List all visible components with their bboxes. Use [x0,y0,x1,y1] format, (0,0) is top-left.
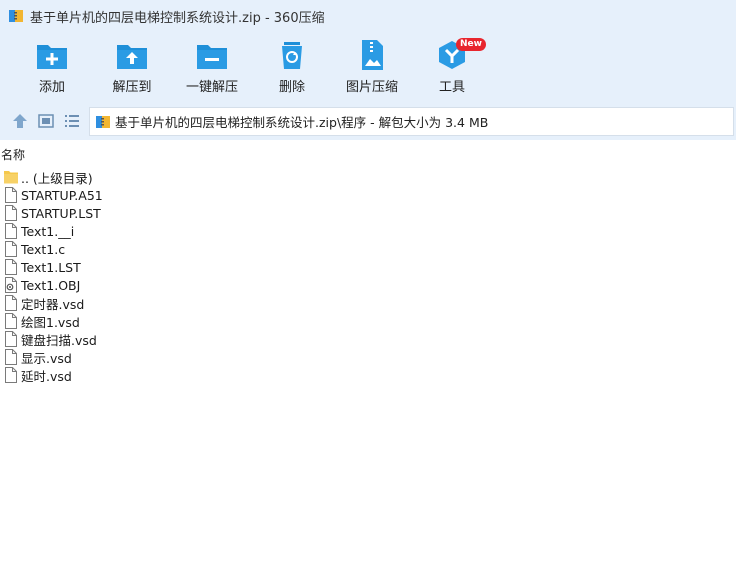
new-badge: New [456,38,486,51]
parent-folder-icon [4,171,18,184]
list-item[interactable]: .. (上级目录) [0,168,736,186]
file-icon [5,205,17,221]
file-name: Text1.LST [21,259,81,275]
list-item[interactable]: Text1.c [0,240,736,258]
file-name: STARTUP.LST [21,205,101,221]
file-name: STARTUP.A51 [21,187,103,203]
window-title: 基于单片机的四层电梯控制系统设计.zip - 360压缩 [30,10,325,26]
list-item[interactable]: Text1.OBJ [0,276,736,294]
one-click-extract-label: 一键解压 [185,80,238,95]
file-icon [5,295,17,311]
column-header: 名称 [0,142,736,164]
file-icon [5,367,17,383]
app-logo-icon [9,10,23,22]
file-icon [5,313,17,329]
file-icon [5,331,17,347]
file-name: 延时.vsd [21,368,72,384]
file-icon [5,223,17,239]
file-name: Text1.c [21,241,66,257]
title-bar: 基于单片机的四层电梯控制系统设计.zip - 360压缩 [0,0,736,32]
app-window: 基于单片机的四层电梯控制系统设计.zip - 360压缩 添加 解压到 一键解压… [0,0,736,577]
list-item[interactable]: STARTUP.LST [0,204,736,222]
list-item[interactable]: 键盘扫描.vsd [0,330,736,348]
delete-button[interactable]: 删除 [252,39,332,99]
file-icon [5,187,17,203]
list-item[interactable]: Text1.__i [0,222,736,240]
extract-to-button[interactable]: 解压到 [92,39,172,99]
file-name: Text1.OBJ [21,277,81,293]
address-path: 基于单片机的四层电梯控制系统设计.zip\程序 - 解包大小为 3.4 MB [115,115,489,130]
image-compress-icon [362,40,383,70]
one-click-extract-button[interactable]: 一键解压 [172,39,252,99]
list-item[interactable]: 绘图1.vsd [0,312,736,330]
tools-label: 工具 [438,80,465,95]
add-label: 添加 [38,80,65,95]
file-name: .. (上级目录) [21,170,93,186]
file-name: 显示.vsd [21,350,72,366]
file-icon [5,259,17,275]
address-bar[interactable]: 基于单片机的四层电梯控制系统设计.zip\程序 - 解包大小为 3.4 MB [89,107,734,136]
extract-to-icon [117,45,147,69]
thumbnail-view-icon[interactable] [37,112,55,130]
list-view-icon[interactable] [63,112,81,130]
file-name: Text1.__i [21,223,75,239]
column-name-header[interactable]: 名称 [1,146,25,163]
file-name: 绘图1.vsd [21,314,80,330]
extract-to-label: 解压到 [112,80,152,95]
one-click-extract-icon [197,45,227,69]
list-item[interactable]: 定时器.vsd [0,294,736,312]
add-folder-icon [37,45,67,69]
address-row: 基于单片机的四层电梯控制系统设计.zip\程序 - 解包大小为 3.4 MB [0,102,736,140]
delete-label: 删除 [278,80,305,95]
list-item[interactable]: 显示.vsd [0,348,736,366]
recycle-delete-icon [282,42,302,69]
tools-button[interactable]: New 工具 [412,38,492,99]
list-item[interactable]: 延时.vsd [0,366,736,384]
archive-icon [96,115,110,128]
file-name: 定时器.vsd [21,296,85,312]
up-arrow-icon[interactable] [11,112,29,130]
obj-file-icon [5,277,17,293]
toolbar: 添加 解压到 一键解压 删除 图片压缩 New 工具 [0,32,736,102]
image-compress-button[interactable]: 图片压缩 [332,39,412,99]
file-list: .. (上级目录) STARTUP.A51 STARTUP.LST Text1.__i… [0,168,736,384]
list-item[interactable]: Text1.LST [0,258,736,276]
file-name: 键盘扫描.vsd [21,332,97,348]
file-icon [5,241,17,257]
list-item[interactable]: STARTUP.A51 [0,186,736,204]
image-compress-label: 图片压缩 [345,80,398,95]
add-button[interactable]: 添加 [12,39,92,99]
file-icon [5,349,17,365]
